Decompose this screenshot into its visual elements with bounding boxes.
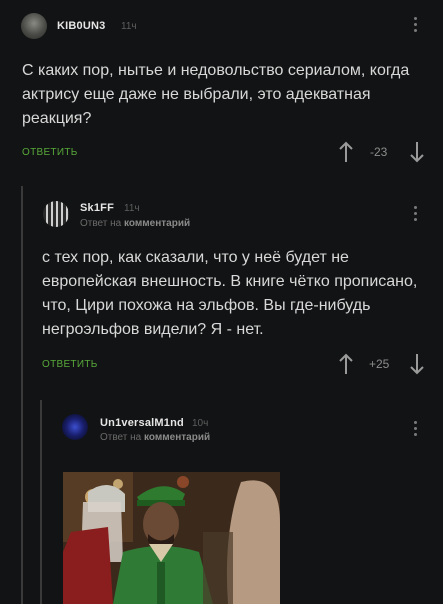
reply-to-text: Ответ на <box>100 432 142 443</box>
arrow-down-icon[interactable] <box>409 141 425 163</box>
comment-text: с тех пор, как сказали, что у неё будет … <box>42 246 432 342</box>
reply-button[interactable]: ОТВЕТИТЬ <box>22 147 78 158</box>
arrow-up-icon[interactable] <box>338 353 354 375</box>
comment-text-line: с тех пор, как сказали, что у неё будет … <box>42 249 349 266</box>
avatar[interactable] <box>43 201 69 227</box>
kebab-menu-icon[interactable] <box>414 17 418 35</box>
vote-score: +25 <box>369 357 390 371</box>
comment-image[interactable] <box>63 472 280 604</box>
comment-text-line: С каких пор, нытье и недовольство сериал… <box>22 62 410 79</box>
kebab-menu-icon[interactable] <box>414 421 418 439</box>
thread-line[interactable] <box>21 186 23 604</box>
arrow-down-icon[interactable] <box>409 353 425 375</box>
thread-line[interactable] <box>40 400 42 604</box>
comment-time: 11ч <box>121 21 137 32</box>
comment-username[interactable]: Sk1FF <box>80 202 114 214</box>
comment-username[interactable]: Un1versalM1nd <box>100 417 184 429</box>
comment-username[interactable]: KIB0UN3 <box>57 20 105 32</box>
reply-button[interactable]: ОТВЕТИТЬ <box>42 359 98 370</box>
comment-text-line: европейская внешность. В книге чётко про… <box>42 273 418 290</box>
comment-text: С каких пор, нытье и недовольство сериал… <box>22 59 422 131</box>
reply-to-link[interactable]: комментарий <box>124 218 190 229</box>
comment-text-line: актрису еще даже не выбрали, это адекват… <box>22 86 371 103</box>
kebab-menu-icon[interactable] <box>414 206 418 224</box>
avatar[interactable] <box>62 414 88 440</box>
reply-to-label: Ответ на комментарий <box>80 218 190 229</box>
reply-to-text: Ответ на <box>80 218 122 229</box>
vote-score: -23 <box>370 145 388 159</box>
comment-time: 10ч <box>192 418 209 429</box>
comment-time: 11ч <box>124 203 140 214</box>
comment-text-line: что, Цири похожа на эльфов. Вы где-нибуд… <box>42 297 371 314</box>
elf-scene-illustration <box>63 472 280 604</box>
comment-text-line: реакция? <box>22 110 92 127</box>
avatar[interactable] <box>21 13 47 39</box>
reply-to-link[interactable]: комментарий <box>144 432 210 443</box>
arrow-up-icon[interactable] <box>338 141 354 163</box>
comment-text-line: негроэльфов видели? Я - нет. <box>42 321 264 338</box>
reply-to-label: Ответ на комментарий <box>100 432 210 443</box>
